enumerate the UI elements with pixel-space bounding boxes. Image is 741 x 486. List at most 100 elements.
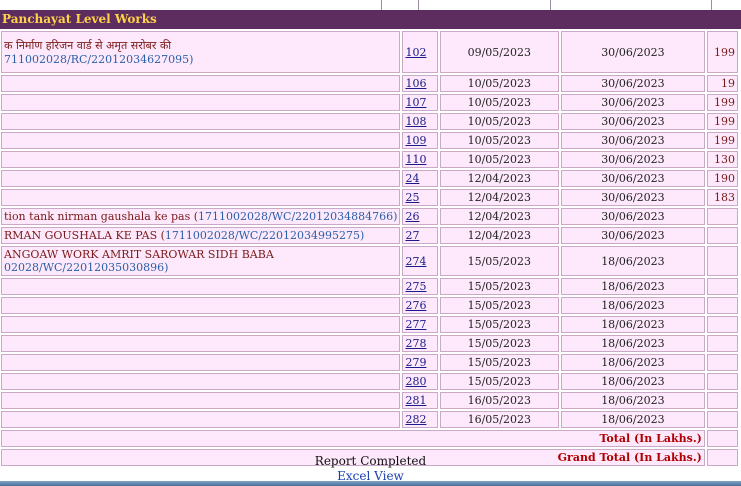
start-date-cell: 15/05/2023 xyxy=(439,354,559,371)
work-name-cell xyxy=(1,297,401,314)
work-number-link[interactable]: 27 xyxy=(405,229,419,242)
work-number-link[interactable]: 281 xyxy=(405,394,426,407)
work-number-cell: 277 xyxy=(402,316,438,333)
end-date-cell: 30/06/2023 xyxy=(560,189,705,206)
work-number-link[interactable]: 274 xyxy=(405,255,426,268)
work-name: क निर्माण हरिजन वार्ड से अमृत सरोबर की xyxy=(4,39,172,52)
end-date-cell: 18/06/2023 xyxy=(560,246,705,276)
work-name-cell xyxy=(1,189,401,206)
work-number-cell: 109 xyxy=(402,132,438,149)
table-row: 106 10/05/2023 30/06/2023 19 xyxy=(1,75,738,92)
start-date-cell: 10/05/2023 xyxy=(439,151,559,168)
work-code: 1711002028/WC/22012034995275) xyxy=(164,229,365,242)
work-number-cell: 25 xyxy=(402,189,438,206)
table-row: 281 16/05/2023 18/06/2023 xyxy=(1,392,738,409)
end-date-cell: 30/06/2023 xyxy=(560,113,705,130)
table-row: RMAN GOUSHALA KE PAS (1711002028/WC/2201… xyxy=(1,227,738,244)
work-number-cell: 107 xyxy=(402,94,438,111)
table-row: tion tank nirman gaushala ke pas (171100… xyxy=(1,208,738,225)
start-date-cell: 12/04/2023 xyxy=(439,208,559,225)
end-date-cell: 30/06/2023 xyxy=(560,31,705,73)
work-number-link[interactable]: 282 xyxy=(405,413,426,426)
work-number-link[interactable]: 277 xyxy=(405,318,426,331)
table-row: 280 15/05/2023 18/06/2023 xyxy=(1,373,738,390)
amount-cell xyxy=(706,208,738,225)
start-date-cell: 15/05/2023 xyxy=(439,335,559,352)
table-row: 277 15/05/2023 18/06/2023 xyxy=(1,316,738,333)
start-date-cell: 12/04/2023 xyxy=(439,170,559,187)
amount-cell xyxy=(706,278,738,295)
amount-cell: 130 xyxy=(706,151,738,168)
work-name-cell: tion tank nirman gaushala ke pas (171100… xyxy=(1,208,401,225)
work-name-cell xyxy=(1,335,401,352)
total-row: Total (In Lakhs.) xyxy=(1,430,738,447)
table-row: 278 15/05/2023 18/06/2023 xyxy=(1,335,738,352)
amount-cell xyxy=(706,335,738,352)
work-name-cell: ANGOAW WORK AMRIT SAROWAR SIDH BABA 02028… xyxy=(1,246,401,276)
end-date-cell: 30/06/2023 xyxy=(560,208,705,225)
work-number-cell: 279 xyxy=(402,354,438,371)
table-row: 107 10/05/2023 30/06/2023 199 xyxy=(1,94,738,111)
report-footer: Report Completed Excel View xyxy=(0,454,741,483)
work-number-link[interactable]: 108 xyxy=(405,115,426,128)
end-date-cell: 18/06/2023 xyxy=(560,297,705,314)
taskbar xyxy=(0,481,741,486)
end-date-cell: 30/06/2023 xyxy=(560,227,705,244)
start-date-cell: 16/05/2023 xyxy=(439,411,559,428)
amount-cell: 190 xyxy=(706,170,738,187)
work-number-link[interactable]: 280 xyxy=(405,375,426,388)
amount-cell xyxy=(706,316,738,333)
work-code: 1711002028/WC/22012034884766) xyxy=(198,210,398,223)
amount-cell: 199 xyxy=(706,31,738,73)
table-row: 275 15/05/2023 18/06/2023 xyxy=(1,278,738,295)
work-number-link[interactable]: 24 xyxy=(405,172,419,185)
amount-cell xyxy=(706,227,738,244)
work-number-link[interactable]: 26 xyxy=(405,210,419,223)
work-number-link[interactable]: 279 xyxy=(405,356,426,369)
total-amount-cell xyxy=(706,430,738,447)
work-number-link[interactable]: 278 xyxy=(405,337,426,350)
work-number-cell: 275 xyxy=(402,278,438,295)
work-number-link[interactable]: 102 xyxy=(405,46,426,59)
work-number-link[interactable]: 110 xyxy=(405,153,426,166)
start-date-cell: 10/05/2023 xyxy=(439,132,559,149)
work-number-link[interactable]: 109 xyxy=(405,134,426,147)
table-row: 276 15/05/2023 18/06/2023 xyxy=(1,297,738,314)
table-row: 282 16/05/2023 18/06/2023 xyxy=(1,411,738,428)
work-name-cell xyxy=(1,170,401,187)
table-row: 110 10/05/2023 30/06/2023 130 xyxy=(1,151,738,168)
work-name-cell: RMAN GOUSHALA KE PAS (1711002028/WC/2201… xyxy=(1,227,401,244)
work-number-link[interactable]: 25 xyxy=(405,191,419,204)
table-row: क निर्माण हरिजन वार्ड से अमृत सरोबर की 71… xyxy=(1,31,738,73)
table-top-strip xyxy=(0,0,741,10)
work-number-link[interactable]: 107 xyxy=(405,96,426,109)
amount-cell: 199 xyxy=(706,113,738,130)
end-date-cell: 18/06/2023 xyxy=(560,316,705,333)
start-date-cell: 15/05/2023 xyxy=(439,316,559,333)
work-name-cell xyxy=(1,411,401,428)
amount-cell xyxy=(706,373,738,390)
work-name-cell xyxy=(1,151,401,168)
end-date-cell: 18/06/2023 xyxy=(560,335,705,352)
start-date-cell: 15/05/2023 xyxy=(439,373,559,390)
work-number-cell: 281 xyxy=(402,392,438,409)
work-number-link[interactable]: 275 xyxy=(405,280,426,293)
work-number-cell: 24 xyxy=(402,170,438,187)
start-date-cell: 09/05/2023 xyxy=(439,31,559,73)
end-date-cell: 30/06/2023 xyxy=(560,170,705,187)
end-date-cell: 18/06/2023 xyxy=(560,392,705,409)
table-row: ANGOAW WORK AMRIT SAROWAR SIDH BABA 02028… xyxy=(1,246,738,276)
start-date-cell: 16/05/2023 xyxy=(439,392,559,409)
work-number-link[interactable]: 106 xyxy=(405,77,426,90)
work-number-link[interactable]: 276 xyxy=(405,299,426,312)
section-header: Panchayat Level Works xyxy=(0,10,741,29)
work-number-cell: 26 xyxy=(402,208,438,225)
work-name-cell xyxy=(1,132,401,149)
work-name-cell xyxy=(1,113,401,130)
end-date-cell: 30/06/2023 xyxy=(560,151,705,168)
amount-cell xyxy=(706,411,738,428)
end-date-cell: 18/06/2023 xyxy=(560,278,705,295)
work-number-cell: 274 xyxy=(402,246,438,276)
work-name-cell xyxy=(1,75,401,92)
start-date-cell: 15/05/2023 xyxy=(439,246,559,276)
